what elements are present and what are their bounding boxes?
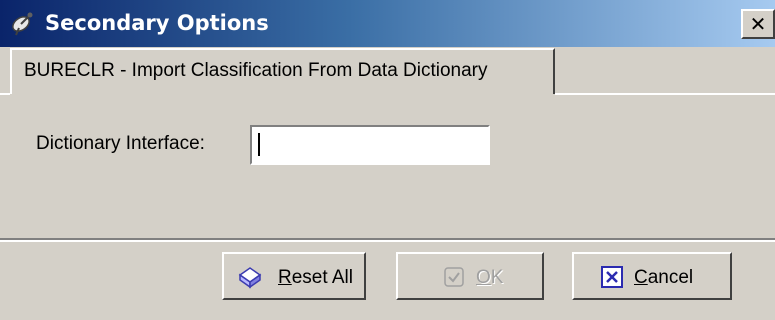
tab-border-right (555, 93, 775, 95)
close-icon: ✕ (749, 12, 767, 36)
check-icon (442, 265, 466, 289)
tab-border-left (0, 93, 10, 95)
cancel-button[interactable]: Cancel (572, 252, 732, 300)
reset-all-button[interactable]: Reset All (222, 252, 366, 300)
tab-label: BURECLR - Import Classification From Dat… (24, 60, 488, 81)
eraser-icon (238, 265, 262, 289)
window-title: Secondary Options (45, 11, 269, 35)
cancel-label: Cancel (634, 267, 694, 288)
title-bar[interactable]: Secondary Options ✕ (0, 0, 775, 47)
button-separator-highlight (0, 240, 775, 242)
close-button[interactable]: ✕ (741, 9, 775, 39)
tab-bureclr[interactable]: BURECLR - Import Classification From Dat… (10, 48, 555, 94)
dictionary-interface-label: Dictionary Interface: (36, 133, 205, 154)
ok-label: OK (476, 267, 504, 288)
satellite-dish-icon (10, 10, 36, 36)
secondary-options-dialog: Secondary Options ✕ BURECLR - Import Cla… (0, 0, 775, 320)
ok-button[interactable]: OK (396, 252, 544, 300)
text-caret (258, 133, 260, 156)
x-box-icon (600, 265, 624, 289)
dictionary-interface-input[interactable] (250, 125, 490, 165)
reset-all-label: Reset All (278, 267, 353, 288)
